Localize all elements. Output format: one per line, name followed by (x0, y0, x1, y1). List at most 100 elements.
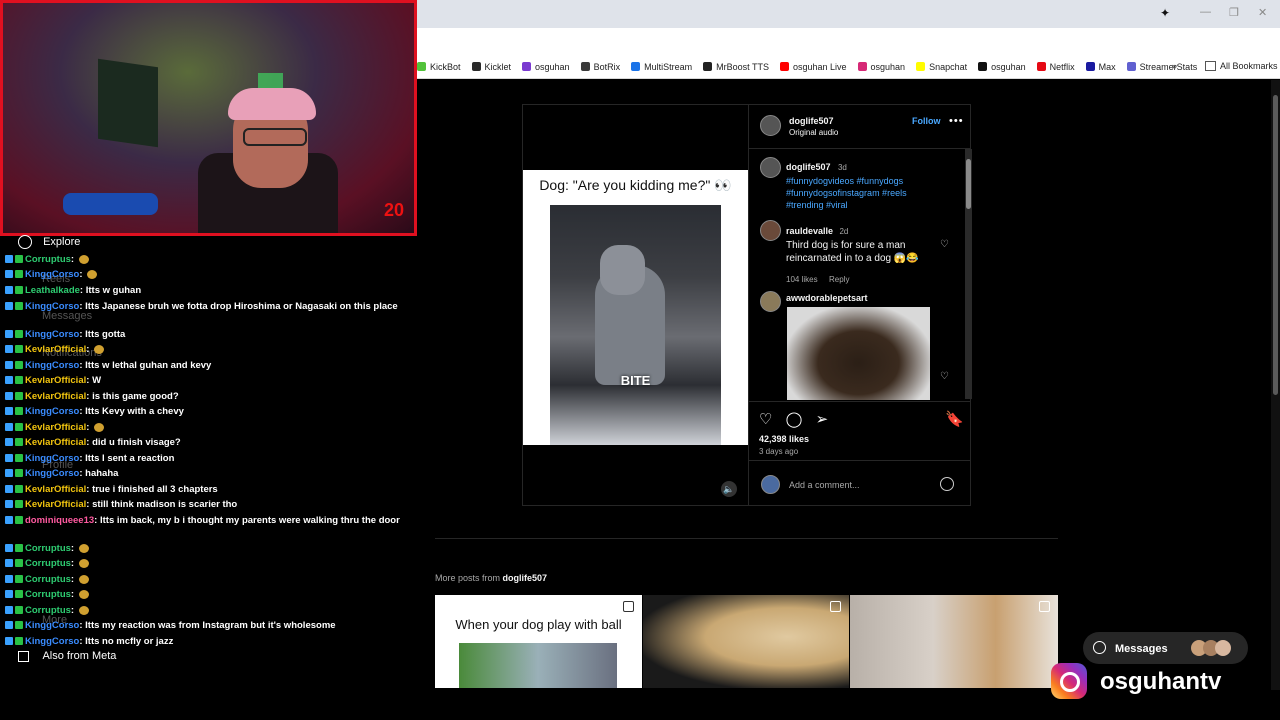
chat-badge-icon (5, 255, 13, 264)
caption-hashtags[interactable]: #funnydogvideos #funnydogs #funnydogsofi… (786, 175, 926, 211)
chat-username[interactable]: Corruptus (25, 543, 71, 554)
bookmark-item[interactable]: KickBot (417, 62, 461, 72)
chat-emote-icon (78, 254, 89, 264)
post-sidebar: doglife507 Original audio Follow ••• dog… (748, 105, 972, 505)
like-count[interactable]: 42,398 likes (759, 434, 809, 444)
close-window-icon[interactable]: ✕ (1258, 6, 1267, 19)
comment-image[interactable] (787, 307, 930, 400)
nav-explore[interactable]: Explore (18, 235, 80, 249)
chat-username[interactable]: Corruptus (25, 574, 71, 585)
bookmark-item[interactable]: Kicklet (471, 61, 512, 72)
follow-button[interactable]: Follow (912, 116, 941, 126)
bookmark-item[interactable]: Netflix (1036, 62, 1075, 72)
webcam-tv (98, 58, 158, 148)
emoji-icon[interactable] (940, 477, 954, 491)
author-avatar[interactable] (760, 115, 781, 136)
bookmark-item[interactable]: osguhan (857, 62, 905, 72)
chat-username[interactable]: KevlarOfficial (25, 499, 86, 510)
reel-media[interactable]: Dog: "Are you kidding me?" 👀 BITE 🔈 (523, 105, 748, 505)
page-scroll-thumb[interactable] (1273, 95, 1278, 395)
chat-emote-icon (78, 589, 89, 599)
like-icon[interactable]: ♡ (759, 411, 772, 428)
comment-avatar[interactable] (760, 291, 781, 312)
bookmarks-overflow-icon[interactable]: » (1172, 61, 1177, 71)
author-username[interactable]: doglife507 (789, 116, 834, 126)
chat-badge-icon (5, 407, 13, 416)
bookmark-item[interactable]: osguhan Live (779, 62, 847, 72)
bookmark-favicon-icon (703, 62, 713, 71)
bookmark-item[interactable]: osguhan (522, 62, 570, 72)
chat-username[interactable]: KinggCorso (25, 406, 79, 417)
chat-username[interactable]: KinggCorso (25, 453, 79, 464)
minimize-icon[interactable]: — (1200, 6, 1211, 18)
bookmark-item[interactable]: Snapchat (916, 62, 967, 72)
caption-username[interactable]: doglife507 (786, 162, 831, 172)
chat-username[interactable]: Corruptus (25, 589, 71, 600)
more-posts-author[interactable]: doglife507 (503, 573, 548, 583)
comment-username[interactable]: awwdorablepetsart (786, 293, 868, 303)
bookmark-item[interactable]: osguhan (978, 62, 1026, 72)
all-bookmarks[interactable]: All Bookmarks (1205, 61, 1278, 71)
nav-also-from-meta[interactable]: Also from Meta (18, 650, 116, 662)
chat-username[interactable]: KevlarOfficial (25, 344, 86, 355)
chat-username[interactable]: KevlarOfficial (25, 437, 86, 448)
chat-username[interactable]: Corruptus (25, 558, 71, 569)
comment-likes[interactable]: 104 likes (786, 275, 818, 284)
chat-badge-icon (15, 361, 23, 370)
sparkle-icon[interactable]: ✦ (1160, 6, 1170, 20)
chat-message: KinggCorso: hahaha (5, 466, 405, 482)
save-icon[interactable]: 🔖 (945, 410, 964, 428)
bookmark-item[interactable]: Max (1085, 62, 1116, 72)
chat-username[interactable]: KevlarOfficial (25, 391, 86, 402)
bookmark-item[interactable]: MrBoost TTS (703, 62, 769, 72)
more-post-thumbnail[interactable]: When your dog play with ball (435, 595, 642, 688)
comment-avatar[interactable] (760, 220, 781, 241)
post-date: 3 days ago (759, 447, 799, 456)
mute-icon[interactable]: 🔈 (721, 481, 737, 497)
chat-badge-icon (15, 392, 23, 401)
comment-like-icon[interactable]: ♡ (940, 371, 949, 382)
chat-separator: : (86, 344, 93, 355)
chat-username[interactable]: KinggCorso (25, 360, 79, 371)
comment-like-icon[interactable]: ♡ (940, 239, 949, 250)
comment-icon[interactable]: ◯ (786, 411, 803, 428)
chat-username[interactable]: KinggCorso (25, 301, 79, 312)
chat-message: KinggCorso: Itts gotta (5, 327, 405, 343)
chat-username[interactable]: dominiqueee13 (25, 515, 94, 526)
chat-badge-icon (15, 376, 23, 385)
chat-badge-icon (5, 590, 13, 599)
chat-username[interactable]: KevlarOfficial (25, 484, 86, 495)
messages-label: Messages (1115, 643, 1168, 655)
chat-username[interactable]: KinggCorso (25, 329, 79, 340)
reel-video[interactable] (550, 205, 721, 445)
caption-avatar[interactable] (760, 157, 781, 178)
reel-indicator-icon (623, 601, 634, 612)
chat-username[interactable]: Corruptus (25, 605, 71, 616)
restore-icon[interactable]: ❐ (1229, 6, 1239, 19)
chat-username[interactable]: Leathalkade (25, 285, 80, 296)
chat-username[interactable]: KevlarOfficial (25, 422, 86, 433)
chat-username[interactable]: KinggCorso (25, 468, 79, 479)
chat-username[interactable]: KinggCorso (25, 636, 79, 647)
chat-username[interactable]: Corruptus (25, 254, 71, 265)
comment-username[interactable]: rauldevalle (786, 226, 833, 236)
chat-username[interactable]: KevlarOfficial (25, 375, 86, 386)
chat-message: Corruptus: (5, 556, 405, 572)
more-post-thumbnail[interactable] (850, 595, 1058, 688)
add-comment-input[interactable]: Add a comment... (789, 480, 860, 490)
bookmark-item[interactable]: BotRix (580, 62, 620, 72)
bookmark-item[interactable]: StreamerStats (1126, 62, 1197, 72)
audio-label[interactable]: Original audio (789, 128, 838, 137)
bookmark-item[interactable]: MultiStream (631, 62, 692, 72)
more-options-icon[interactable]: ••• (949, 115, 964, 127)
more-post-thumbnail[interactable] (643, 595, 849, 688)
bookmark-label: Kicklet (484, 61, 512, 72)
chat-username[interactable]: KinggCorso (25, 620, 79, 631)
comments-scroll-thumb[interactable] (966, 159, 971, 209)
share-icon[interactable]: ➢ (816, 411, 829, 428)
comment-reply[interactable]: Reply (829, 275, 849, 284)
chat-badge-icon (5, 469, 13, 478)
chat-username[interactable]: KinggCorso (25, 269, 79, 280)
reel-caption: Dog: "Are you kidding me?" 👀 (539, 177, 732, 193)
chat-emote-icon (87, 269, 98, 279)
